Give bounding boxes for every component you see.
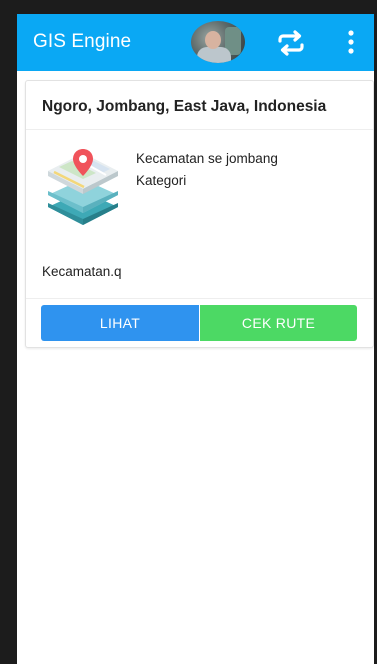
lihat-button[interactable]: LIHAT [41,305,199,341]
map-layers-icon [44,145,122,229]
more-vert-icon [348,30,354,54]
avatar[interactable] [191,21,245,63]
avatar-body [197,47,231,63]
avatar-face [205,31,221,49]
more-menu-button[interactable] [341,28,361,58]
swap-button[interactable] [275,28,307,58]
card-actions-divider [26,298,373,299]
swap-icon [278,30,304,56]
app-title: GIS Engine [33,31,132,52]
device-bezel-top [0,0,377,14]
layer-name: Kecamatan se jombang [136,151,278,166]
layer-category: Kategori [136,173,187,188]
location-card: Ngoro, Jombang, East Java, Indonesia Kec… [25,80,374,348]
layer-file-name: Kecamatan.q [42,264,122,279]
app-screen: GIS Engine Ngoro, Jombang, East Java, In… [0,0,377,664]
card-title: Ngoro, Jombang, East Java, Indonesia [42,98,327,115]
device-bezel-left [0,0,17,664]
card-divider [26,129,373,130]
cek-rute-button[interactable]: CEK RUTE [200,305,357,341]
app-bar: GIS Engine [17,14,374,71]
